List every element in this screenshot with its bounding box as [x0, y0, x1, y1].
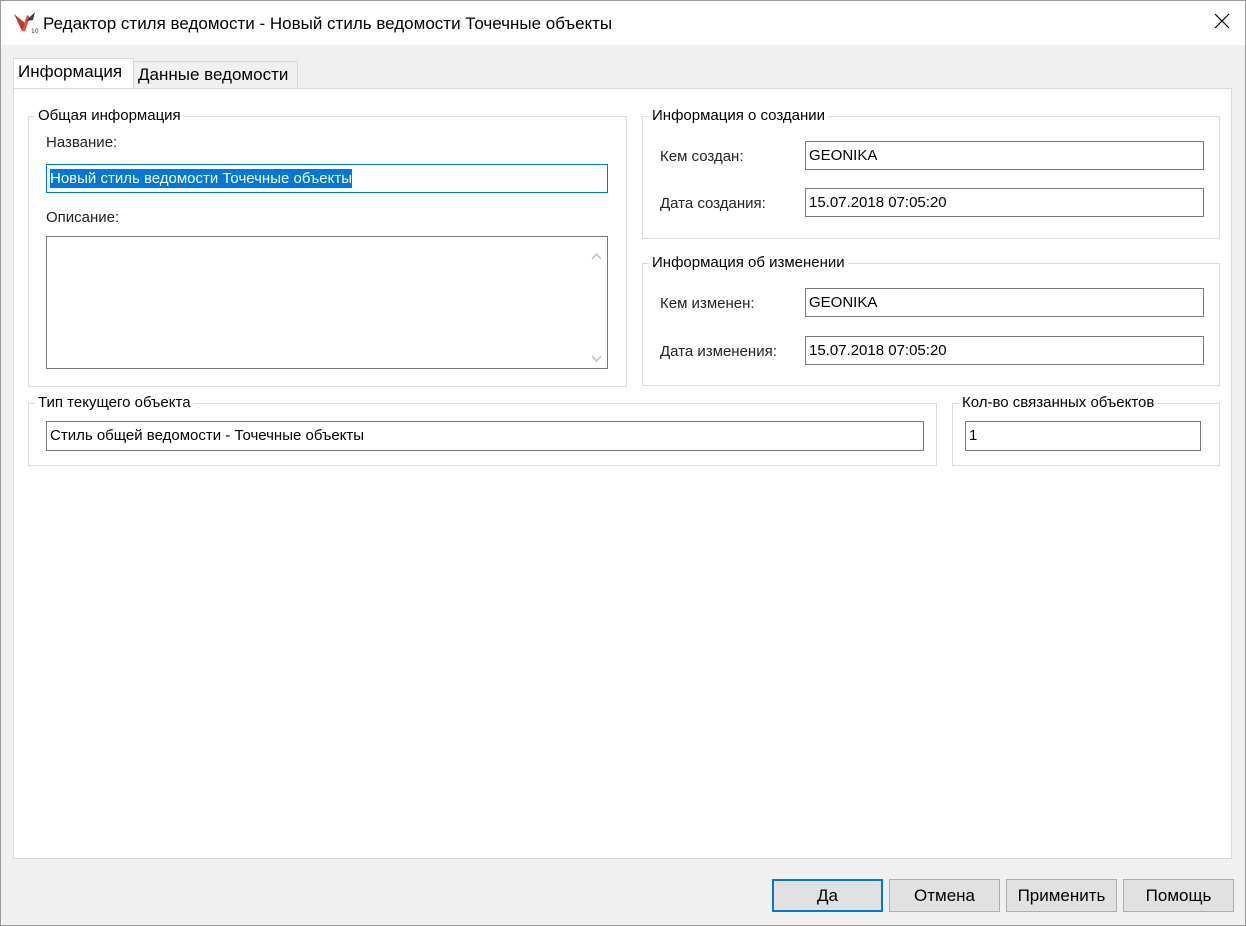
modified-date-label: Дата изменения:	[660, 343, 777, 360]
tab-information[interactable]: Информация	[13, 58, 134, 88]
cancel-button[interactable]: Отмена	[889, 879, 1000, 912]
close-icon	[1214, 13, 1230, 33]
tab-report-data[interactable]: Данные ведомости	[133, 61, 298, 88]
apply-button[interactable]: Применить	[1006, 879, 1117, 912]
object-type-legend: Тип текущего объекта	[35, 393, 194, 413]
object-type-field[interactable]: Стиль общей ведомости - Точечные объекты	[46, 421, 924, 451]
tab-panel-information: Общая информация Название: Новый стиль в…	[13, 88, 1232, 859]
window-title: Редактор стиля ведомости - Новый стиль в…	[43, 14, 613, 33]
help-button[interactable]: Помощь	[1123, 879, 1234, 912]
title-bar[interactable]: 10 Редактор стиля ведомости - Новый стил…	[1, 1, 1245, 45]
modified-date-field[interactable]: 15.07.2018 07:05:20	[805, 336, 1204, 365]
scroll-down-icon[interactable]	[591, 350, 602, 363]
ok-button[interactable]: Да	[772, 879, 883, 912]
linked-count-legend: Кол-во связанных объектов	[959, 393, 1158, 413]
creation-info-group: Информация о создании Кем создан: GEONIK…	[642, 106, 1220, 239]
created-date-label: Дата создания:	[660, 195, 766, 212]
app-logo-icon: 10	[13, 11, 39, 35]
description-field[interactable]	[46, 236, 608, 369]
created-by-field[interactable]: GEONIKA	[805, 141, 1204, 170]
modification-info-legend: Информация об изменении	[649, 253, 848, 273]
general-info-group: Общая информация Название: Новый стиль в…	[28, 106, 627, 387]
modified-by-label: Кем изменен:	[660, 295, 755, 312]
linked-count-group: Кол-во связанных объектов 1	[952, 393, 1220, 466]
name-label: Название:	[46, 134, 118, 151]
creation-info-legend: Информация о создании	[649, 106, 829, 126]
linked-count-field[interactable]: 1	[965, 421, 1201, 451]
svg-text:10: 10	[31, 28, 39, 35]
name-field-value: Новый стиль ведомости Точечные объекты	[50, 169, 353, 188]
general-info-legend: Общая информация	[35, 106, 184, 126]
modification-info-group: Информация об изменении Кем изменен: GEO…	[642, 253, 1220, 386]
created-date-field[interactable]: 15.07.2018 07:05:20	[805, 188, 1204, 217]
modified-by-field[interactable]: GEONIKA	[805, 288, 1204, 317]
scroll-up-icon[interactable]	[591, 247, 602, 260]
close-button[interactable]	[1199, 1, 1245, 45]
description-label: Описание:	[46, 209, 120, 226]
object-type-group: Тип текущего объекта Стиль общей ведомос…	[28, 393, 937, 466]
description-scrollbar[interactable]	[586, 237, 607, 368]
created-by-label: Кем создан:	[660, 148, 744, 165]
name-field[interactable]: Новый стиль ведомости Точечные объекты	[46, 164, 608, 193]
